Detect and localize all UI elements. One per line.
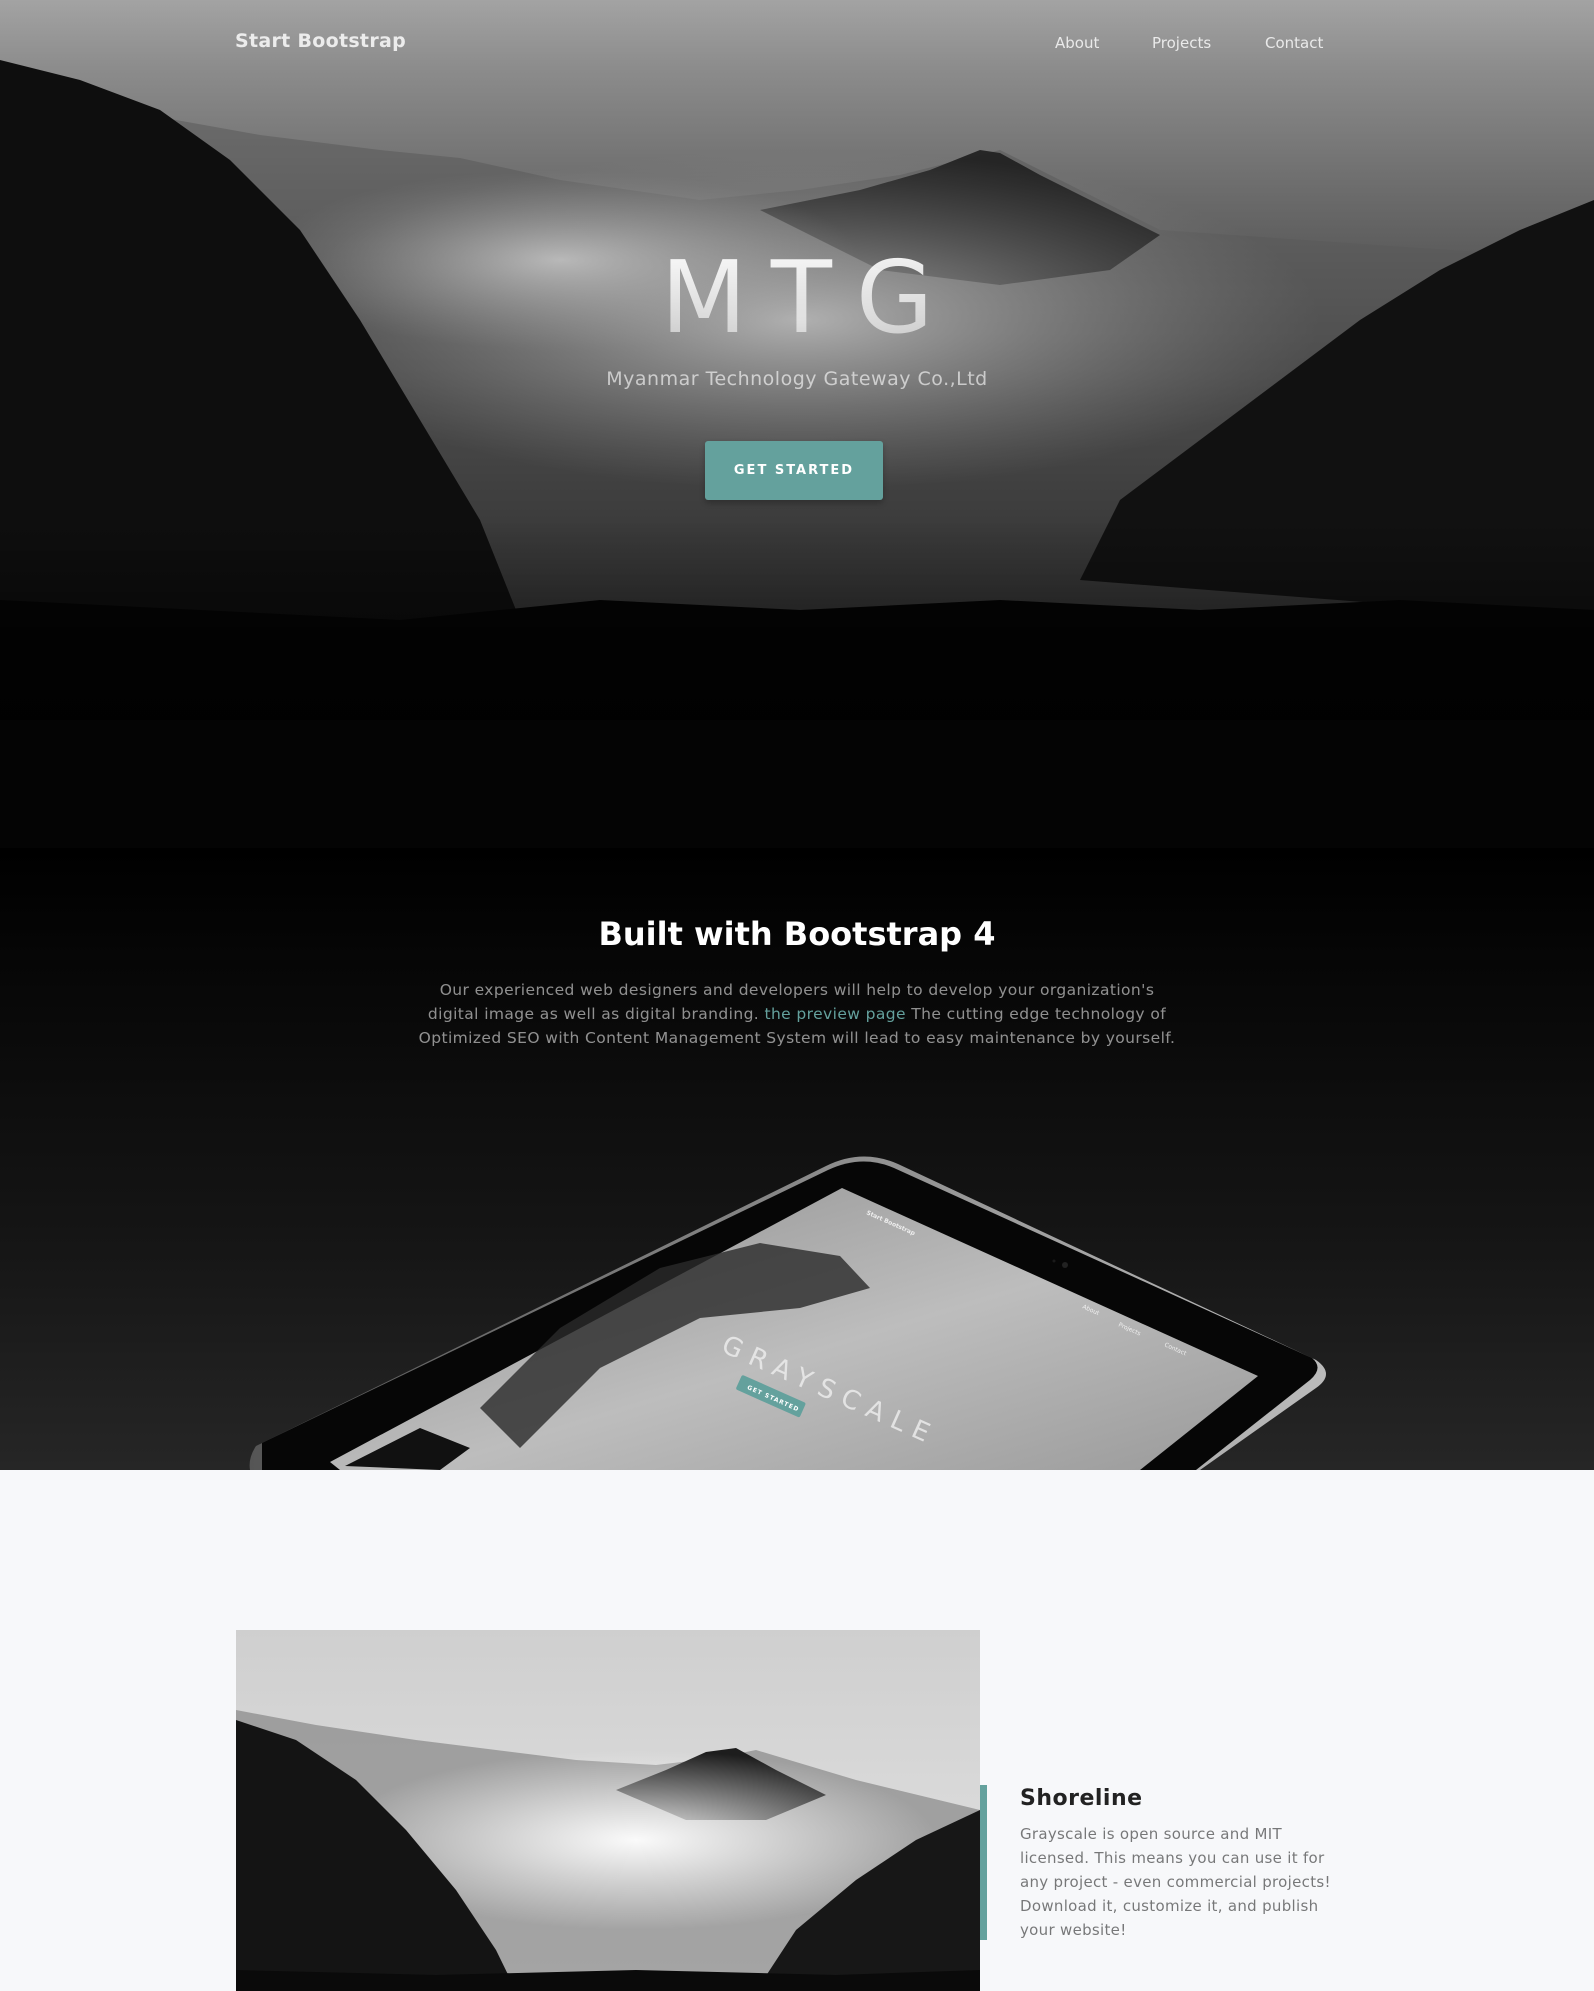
navbar-brand[interactable]: Start Bootstrap: [235, 30, 406, 52]
tablet-camera-icon: [1062, 1262, 1068, 1268]
hero-section: Start Bootstrap About Projects Contact M…: [0, 0, 1594, 848]
hero-title: MTG: [0, 248, 1594, 348]
top-navbar: Start Bootstrap About Projects Contact: [0, 0, 1594, 88]
tablet-mockup-image: GRAYSCALE GET STARTED Start Bootstrap Ab…: [249, 1156, 1327, 1470]
about-section: Built with Bootstrap 4 Our experienced w…: [0, 848, 1594, 1470]
hero-subtitle: Myanmar Technology Gateway Co.,Ltd: [606, 368, 988, 390]
nav-link-contact[interactable]: Contact: [1265, 34, 1323, 52]
projects-section: Shoreline Grayscale is open source and M…: [0, 1470, 1594, 1991]
nav-link-about[interactable]: About: [1055, 34, 1099, 52]
project-title: Shoreline: [1020, 1786, 1143, 1811]
project-description: Grayscale is open source and MIT license…: [1020, 1825, 1331, 1939]
hero-mountain-background: [0, 60, 1594, 848]
project-accent-bar: [980, 1785, 987, 1940]
nav-link-projects[interactable]: Projects: [1152, 34, 1211, 52]
get-started-button[interactable]: GET STARTED: [705, 441, 883, 500]
shoreline-project-image: [236, 1630, 980, 1991]
